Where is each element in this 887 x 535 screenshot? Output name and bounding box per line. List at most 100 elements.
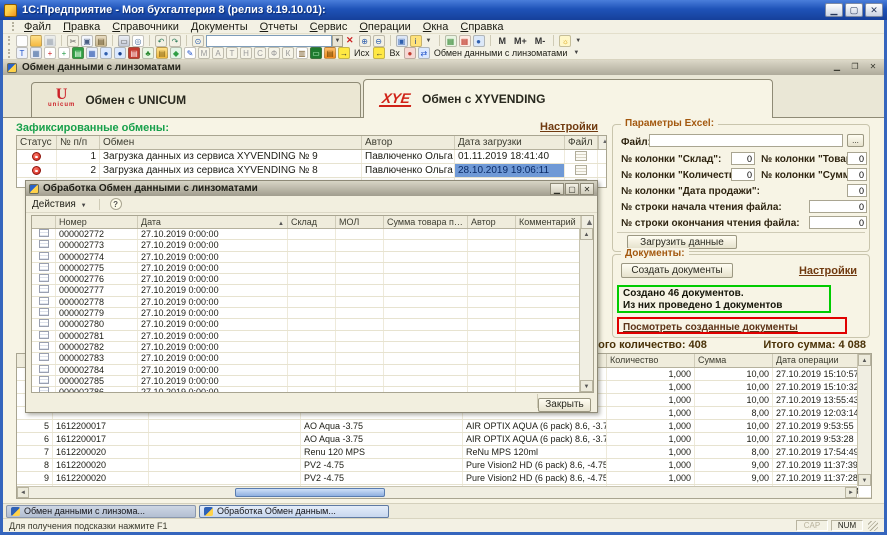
column-header[interactable]: Автор xyxy=(362,136,455,149)
table-row[interactable]: 91612200020PV2 -4.75Pure Vision2 HD (6 p… xyxy=(17,472,871,485)
info-icon[interactable]: i xyxy=(410,35,422,47)
clear-search-icon[interactable]: ✕ xyxy=(343,35,357,46)
column-header[interactable]: Комментарий xyxy=(516,216,581,228)
column-header[interactable]: Номер xyxy=(56,216,138,228)
memory-recall[interactable]: M xyxy=(496,36,510,46)
users-icon[interactable]: ● xyxy=(473,35,485,47)
menu-item-4[interactable]: Отчеты xyxy=(254,21,304,33)
scroll-down-icon[interactable]: ▼ xyxy=(580,380,593,392)
hscroll-thumb[interactable] xyxy=(235,488,385,497)
menu-item-5[interactable]: Сервис xyxy=(304,21,354,33)
table-row[interactable]: 00000277627.10.2019 0:00:00 xyxy=(32,274,593,285)
doc-sf-icon[interactable]: Ф xyxy=(268,47,280,59)
scroll-up-icon[interactable]: ▲ xyxy=(580,228,593,240)
menu-item-8[interactable]: Справка xyxy=(454,21,509,33)
help-icon[interactable]: ? xyxy=(110,198,122,210)
table-row[interactable]: 81612200020PV2 -4.75Pure Vision2 HD (6 p… xyxy=(17,459,871,472)
edit-document-icon[interactable]: ✎ xyxy=(184,47,196,59)
minimize-button[interactable]: ▁ xyxy=(825,3,843,17)
column-header[interactable] xyxy=(32,216,56,228)
table-row[interactable]: 00000278027.10.2019 0:00:00 xyxy=(32,319,593,330)
doc-number-cell[interactable]: 000002786 xyxy=(56,387,138,393)
doc-tov-icon[interactable]: Т xyxy=(226,47,238,59)
column-header[interactable]: МОЛ xyxy=(336,216,384,228)
modal-minimize-button[interactable]: ▁ xyxy=(550,183,564,195)
tip-of-day-icon[interactable]: ☼ xyxy=(559,35,571,47)
doc-schet-icon[interactable]: С xyxy=(254,47,266,59)
doc-number-cell[interactable]: 000002783 xyxy=(56,353,138,363)
doc-number-cell[interactable]: 000002779 xyxy=(56,308,138,318)
doc-kassa-icon[interactable]: К xyxy=(282,47,294,59)
table-row[interactable]: 00000277927.10.2019 0:00:00 xyxy=(32,308,593,319)
doc-akt-icon[interactable]: А xyxy=(212,47,224,59)
ledger-green-icon[interactable]: ▤ xyxy=(72,47,84,59)
find-icon[interactable]: ⊙ xyxy=(192,35,204,47)
doc-number-cell[interactable]: 000002782 xyxy=(56,342,138,352)
column-header[interactable]: Дата загрузки xyxy=(455,136,565,149)
doc-number-cell[interactable]: 000002778 xyxy=(56,297,138,307)
accounts-chart-icon[interactable]: ▦ xyxy=(30,47,42,59)
column-header[interactable]: Статус xyxy=(17,136,57,149)
exchanges-settings-link[interactable]: Настройки xyxy=(540,121,598,133)
table-row[interactable]: 00000278527.10.2019 0:00:00 xyxy=(32,376,593,387)
counterparties-icon[interactable]: ● xyxy=(100,47,112,59)
print-preview-icon[interactable]: ◎ xyxy=(132,35,144,47)
menu-item-3[interactable]: Документы xyxy=(185,21,254,33)
column-header[interactable]: Дата операции xyxy=(773,354,859,367)
scroll-up-icon[interactable]: ▲ xyxy=(858,354,871,366)
table-row[interactable]: 00000278427.10.2019 0:00:00 xyxy=(32,365,593,376)
exchange-icon[interactable]: ⇄ xyxy=(418,47,430,59)
resize-grip[interactable] xyxy=(868,521,878,531)
table-row[interactable]: 61612200017AO Aqua -3.75AIR OPTIX AQUA (… xyxy=(17,433,871,446)
scroll-up-icon[interactable]: ▲ xyxy=(598,136,607,149)
doc-number-cell[interactable]: 000002775 xyxy=(56,263,138,273)
doc-number-cell[interactable]: 000002777 xyxy=(56,285,138,295)
table-values-icon[interactable]: ▦ xyxy=(445,35,457,47)
red-book-icon[interactable]: ▤ xyxy=(128,47,140,59)
scroll-down-icon[interactable]: ▼ xyxy=(858,474,871,486)
mdi-minimize-button[interactable]: ▁ xyxy=(830,62,844,73)
memory-add[interactable]: M+ xyxy=(511,36,530,46)
col-sklad-input[interactable] xyxy=(731,152,755,165)
modal-titlebar[interactable]: Обработка Обмен данными с линзоматами ▁ … xyxy=(26,181,597,196)
incoming-docs-icon[interactable]: ← xyxy=(373,47,385,59)
doc-number-cell[interactable]: 000002774 xyxy=(56,252,138,262)
taskbar-window-button-0[interactable]: Обмен данными с линзома... xyxy=(6,505,196,518)
modal-vscrollbar[interactable]: ▲▼ xyxy=(579,228,593,392)
menu-item-6[interactable]: Операции xyxy=(353,21,416,33)
col-summa-input[interactable] xyxy=(847,168,867,181)
table-row[interactable]: 00000277427.10.2019 0:00:00 xyxy=(32,252,593,263)
create-documents-button[interactable]: Создать документы xyxy=(621,263,733,278)
table-row[interactable]: 2Загрузка данных из сервиса XYVENDING № … xyxy=(17,164,606,178)
sorting-icon[interactable]: Т xyxy=(16,47,28,59)
clients-red-icon[interactable]: ● xyxy=(404,47,416,59)
doc-number-cell[interactable]: 000002773 xyxy=(56,240,138,250)
new-document-icon[interactable] xyxy=(16,35,28,47)
mdi-window-titlebar[interactable]: Обмен данными с линзоматами ▁ ❐ ✕ xyxy=(3,60,884,75)
outgoing-docs-icon[interactable]: → xyxy=(338,47,350,59)
modal-maximize-button[interactable]: ▢ xyxy=(565,183,579,195)
close-dialog-button[interactable]: Закрыть xyxy=(538,398,591,412)
maximize-button[interactable]: ▢ xyxy=(845,3,863,17)
table-row[interactable]: 00000277827.10.2019 0:00:00 xyxy=(32,297,593,308)
nomenclature-icon[interactable]: ♣ xyxy=(142,47,154,59)
documents-settings-link[interactable]: Настройки xyxy=(799,265,857,277)
menu-item-2[interactable]: Справочники xyxy=(106,21,185,33)
chevron-down-icon[interactable]: ▼ xyxy=(426,38,432,44)
cut-icon[interactable]: ✂ xyxy=(67,35,79,47)
scroll-up-icon[interactable]: ▲ xyxy=(581,216,594,228)
table-row[interactable]: 71612200020Renu 120 MPSReNu MPS 120ml1,0… xyxy=(17,446,871,459)
load-date-cell[interactable]: 01.11.2019 18:41:40 xyxy=(455,150,565,163)
row-start-input[interactable] xyxy=(809,200,867,213)
column-header[interactable]: Сумма xyxy=(695,354,773,367)
undo-icon[interactable]: ↶ xyxy=(155,35,167,47)
chevron-down-icon[interactable]: ▼ xyxy=(575,38,581,44)
posting-green-icon[interactable]: + xyxy=(58,47,70,59)
table-row[interactable]: 00000278327.10.2019 0:00:00 xyxy=(32,353,593,364)
load-data-button[interactable]: Загрузить данные xyxy=(627,235,737,249)
row-end-input[interactable] xyxy=(809,216,867,229)
tab-xyvending[interactable]: XYE Обмен с XYVENDING xyxy=(363,79,773,118)
table-red-icon[interactable]: ▦ xyxy=(459,35,471,47)
view-created-documents-link[interactable]: Посмотреть созданные документы xyxy=(623,322,798,333)
sales-hscrollbar[interactable]: ◄► xyxy=(17,486,857,498)
